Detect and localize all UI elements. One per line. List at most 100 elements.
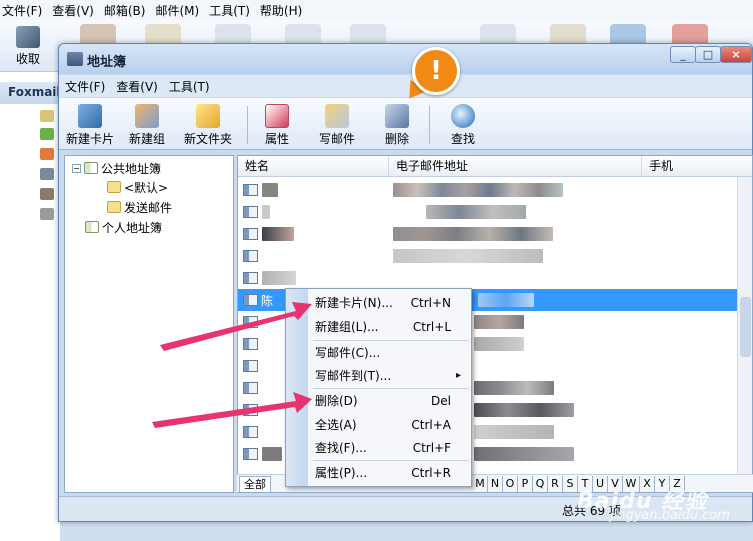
ctx-write-mail[interactable]: 写邮件(C)... bbox=[315, 342, 465, 364]
window-title: 地址簿 bbox=[87, 55, 127, 70]
menu-file[interactable]: 文件(F) bbox=[65, 78, 105, 95]
bg-menu-view[interactable]: 查看(V) bbox=[52, 2, 94, 19]
bg-menu-mailbox[interactable]: 邮箱(B) bbox=[104, 2, 146, 19]
ctx-shortcut: Ctrl+N bbox=[410, 296, 451, 310]
background-folder-pane bbox=[0, 72, 62, 541]
tree-label: 个人地址簿 bbox=[102, 220, 163, 235]
warning-badge: ! bbox=[412, 47, 460, 95]
toolbar-separator bbox=[247, 106, 248, 144]
bg-menu-file[interactable]: 文件(F) bbox=[2, 2, 42, 19]
background-status bbox=[60, 520, 753, 541]
outbox-icon[interactable] bbox=[40, 148, 54, 160]
ctx-shortcut: Ctrl+F bbox=[412, 441, 451, 455]
contact-card-icon bbox=[243, 338, 258, 350]
contact-card-icon bbox=[243, 206, 258, 218]
ctx-new-card[interactable]: 新建卡片(N)... Ctrl+N bbox=[315, 292, 465, 314]
trash-icon[interactable] bbox=[40, 188, 54, 200]
blurred-name bbox=[262, 205, 270, 219]
alpha-tab[interactable]: Q bbox=[533, 476, 548, 492]
alpha-tab[interactable]: S bbox=[563, 476, 578, 492]
find-button[interactable]: 查找 bbox=[445, 102, 481, 148]
column-mobile[interactable]: 手机 bbox=[642, 156, 752, 177]
folder-icon bbox=[107, 181, 121, 193]
new-group-icon bbox=[135, 104, 159, 128]
ctx-label: 查找(F)... bbox=[315, 441, 367, 455]
ctx-separator bbox=[313, 340, 469, 341]
ctx-label: 新建组(L)... bbox=[315, 320, 379, 334]
minimize-button[interactable]: _ bbox=[670, 46, 696, 63]
new-card-label: 新建卡片 bbox=[65, 132, 114, 146]
bg-menu-tools[interactable]: 工具(T) bbox=[209, 2, 250, 19]
menu-view[interactable]: 查看(V) bbox=[116, 78, 158, 95]
ctx-delete[interactable]: 删除(D) Del bbox=[315, 390, 465, 412]
properties-button[interactable]: 属性 bbox=[259, 102, 295, 148]
contact-list-scrollbar[interactable] bbox=[737, 177, 752, 492]
selected-contact-name: 陈 bbox=[261, 294, 274, 308]
blurred-name bbox=[262, 227, 294, 241]
write-mail-button[interactable]: 写邮件 bbox=[315, 102, 359, 148]
address-book-titlebar[interactable]: 地址簿 _ □ × bbox=[59, 44, 752, 74]
new-folder-button[interactable]: 新文件夹 bbox=[181, 102, 235, 148]
ctx-properties[interactable]: 属性(P)... Ctrl+R bbox=[315, 462, 465, 484]
maximize-button[interactable]: □ bbox=[695, 46, 721, 63]
column-name[interactable]: 姓名 bbox=[238, 156, 389, 177]
sent-icon[interactable] bbox=[40, 168, 54, 180]
blurred-email bbox=[474, 425, 554, 439]
contact-row[interactable] bbox=[238, 223, 738, 245]
folder-icon[interactable] bbox=[40, 208, 54, 220]
tree-default-folder[interactable]: <默认> bbox=[107, 178, 168, 196]
contact-row[interactable] bbox=[238, 201, 738, 223]
contact-row[interactable] bbox=[238, 245, 738, 267]
new-folder-icon bbox=[196, 104, 220, 128]
contact-card-icon bbox=[243, 250, 258, 262]
blurred-email bbox=[478, 293, 534, 307]
new-card-icon bbox=[78, 104, 102, 128]
inbox-icon[interactable] bbox=[40, 128, 54, 140]
receive-button[interactable]: 收取 bbox=[8, 26, 48, 67]
tree-sent-mail-folder[interactable]: 发送邮件 bbox=[107, 198, 172, 216]
delete-label: 删除 bbox=[384, 132, 409, 146]
tree-label: 公共地址簿 bbox=[101, 161, 162, 176]
bg-menu-mail[interactable]: 邮件(M) bbox=[155, 2, 199, 19]
contact-card-icon bbox=[243, 228, 258, 240]
contact-row[interactable] bbox=[238, 179, 738, 201]
context-menu: 新建卡片(N)... Ctrl+N 新建组(L)... Ctrl+L 写邮件(C… bbox=[285, 288, 472, 487]
properties-icon bbox=[265, 104, 289, 128]
tree-label: <默认> bbox=[124, 180, 169, 195]
submenu-arrow-icon: ▸ bbox=[455, 370, 461, 381]
alpha-tab[interactable]: O bbox=[503, 476, 518, 492]
background-menubar: 文件(F) 查看(V) 邮箱(B) 邮件(M) 工具(T) 帮助(H) bbox=[0, 0, 753, 20]
tree-public-address-book[interactable]: − 公共地址簿 bbox=[72, 159, 161, 177]
alpha-tab[interactable]: R bbox=[548, 476, 563, 492]
blurred-name bbox=[262, 271, 296, 285]
close-button[interactable]: × bbox=[720, 46, 752, 63]
ctx-new-group[interactable]: 新建组(L)... Ctrl+L bbox=[315, 316, 465, 338]
alpha-tab[interactable]: M bbox=[473, 476, 488, 492]
tree-personal-address-book[interactable]: 个人地址簿 bbox=[85, 218, 162, 236]
ctx-find[interactable]: 查找(F)... Ctrl+F bbox=[315, 437, 465, 459]
alpha-tab-all[interactable]: 全部 bbox=[239, 476, 271, 492]
new-group-button[interactable]: 新建组 bbox=[125, 102, 169, 148]
bg-menu-help[interactable]: 帮助(H) bbox=[260, 2, 302, 19]
blurred-email bbox=[393, 227, 553, 241]
new-card-button[interactable]: 新建卡片 bbox=[63, 102, 117, 148]
alpha-tab[interactable]: N bbox=[488, 476, 503, 492]
collapse-icon[interactable]: − bbox=[72, 163, 81, 173]
delete-button[interactable]: 删除 bbox=[379, 102, 415, 148]
receive-label: 收取 bbox=[15, 52, 40, 66]
contact-card-icon bbox=[243, 448, 258, 460]
blurred-name bbox=[262, 447, 282, 461]
ctx-label: 新建卡片(N)... bbox=[315, 296, 393, 310]
ctx-select-all[interactable]: 全选(A) Ctrl+A bbox=[315, 414, 465, 436]
address-book-icon bbox=[85, 221, 99, 233]
contact-card-icon bbox=[243, 404, 258, 416]
blurred-email bbox=[393, 183, 563, 197]
mailbox-icon[interactable] bbox=[40, 110, 54, 122]
ctx-write-mail-to[interactable]: 写邮件到(T)... ▸ bbox=[315, 365, 465, 387]
column-email[interactable]: 电子邮件地址 bbox=[389, 156, 642, 177]
write-mail-label: 写邮件 bbox=[318, 132, 355, 146]
contact-row[interactable] bbox=[238, 267, 738, 289]
scrollbar-thumb[interactable] bbox=[740, 297, 751, 357]
alpha-tab[interactable]: P bbox=[518, 476, 533, 492]
menu-tools[interactable]: 工具(T) bbox=[169, 78, 210, 95]
